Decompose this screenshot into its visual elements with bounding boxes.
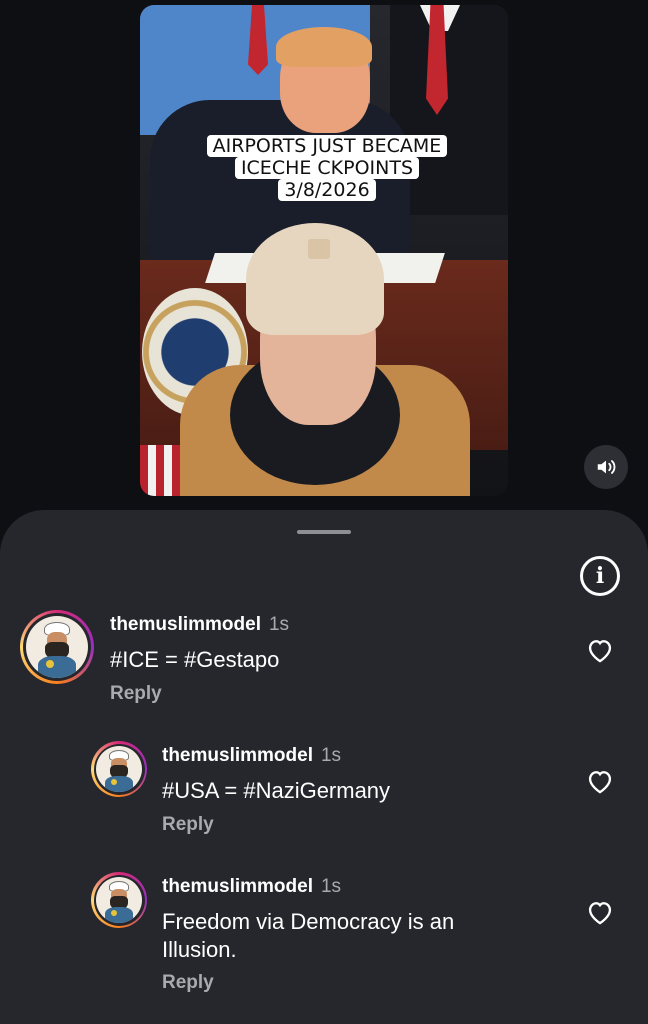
video-caption-line-3: 3/8/2026 xyxy=(278,179,376,201)
mute-toggle-button[interactable] xyxy=(584,445,628,489)
reel-video[interactable]: AIRPORTS JUST BECAME ICECHE CKPOINTS 3/8… xyxy=(140,5,508,496)
comment-text: Freedom via Democracy is an Illusion. xyxy=(162,909,455,962)
video-caption-line-2: ICECHE CKPOINTS xyxy=(234,157,420,179)
like-button[interactable] xyxy=(585,898,615,926)
reply-button[interactable]: Reply xyxy=(162,972,214,994)
beanie-logo-patch xyxy=(308,239,330,259)
heart-outline-icon xyxy=(588,902,612,925)
avatar[interactable] xyxy=(91,872,147,928)
reel-video-area: AIRPORTS JUST BECAME ICECHE CKPOINTS 3/8… xyxy=(0,0,648,520)
comment-reply-item: themuslimmodel 1s Freedom via Democracy i… xyxy=(0,510,648,1010)
speaker-volume-icon xyxy=(597,460,616,474)
avatar-image xyxy=(96,877,142,923)
video-caption-line-1: AIRPORTS JUST BECAME xyxy=(206,135,448,157)
video-caption: AIRPORTS JUST BECAME ICECHE CKPOINTS 3/8… xyxy=(188,135,466,201)
comments-sheet: i themuslimmodel 1s #ICE = #Gestapo Reply xyxy=(0,510,648,1024)
comment-username[interactable]: themuslimmodel 1s xyxy=(162,876,341,898)
flag-image xyxy=(140,445,180,496)
video-scene-signer-hair xyxy=(276,27,372,67)
username-text[interactable]: themuslimmodel xyxy=(162,876,313,897)
comment-timestamp: 1s xyxy=(320,876,342,897)
